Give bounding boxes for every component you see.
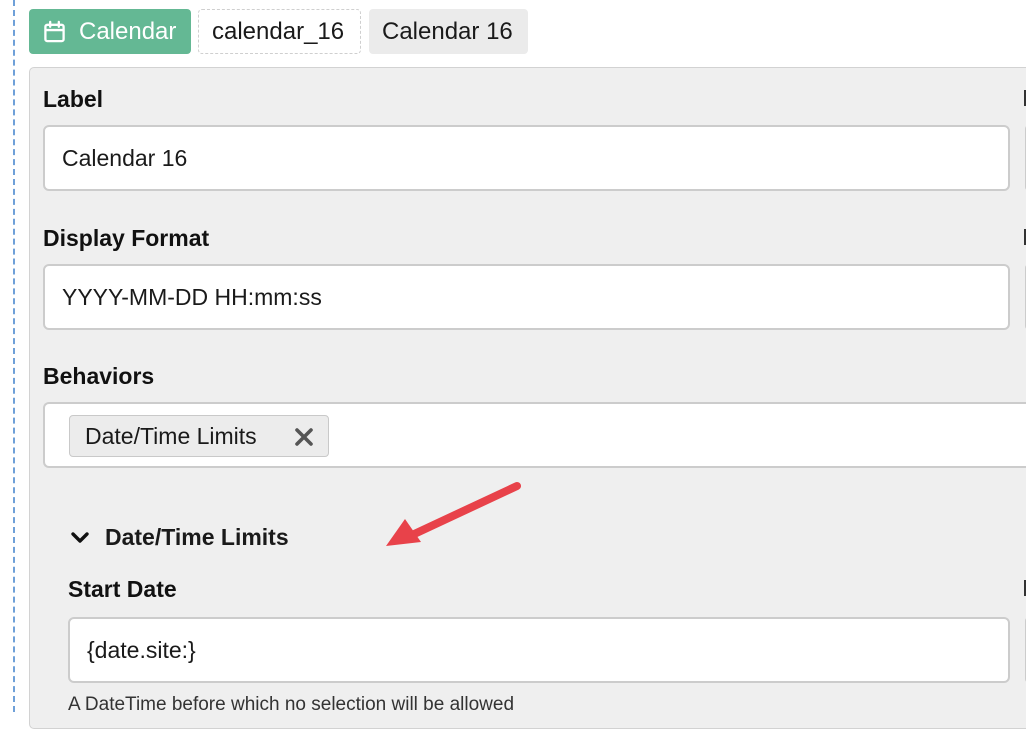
dashed-guide-line: [13, 0, 15, 712]
behaviors-title: Behaviors: [43, 363, 155, 389]
behavior-chip: Date/Time Limits: [69, 415, 329, 457]
component-header: Calendar calendar_16 Calendar 16: [29, 9, 528, 54]
close-icon[interactable]: [294, 427, 314, 447]
date-time-limits-toggle[interactable]: Date/Time Limits: [70, 524, 289, 551]
start-date-help: A DateTime before which no selection wil…: [68, 694, 515, 715]
start-date-value: {date.site:}: [87, 636, 196, 663]
label-field-title: Label: [43, 86, 104, 112]
label-input[interactable]: Calendar 16: [43, 125, 1010, 191]
display-format-title: Display Format: [43, 225, 210, 251]
display-format-input[interactable]: YYYY-MM-DD HH:mm:ss: [43, 264, 1010, 330]
component-id-tab[interactable]: calendar_16: [198, 9, 361, 54]
behavior-chip-label: Date/Time Limits: [85, 422, 257, 449]
date-time-limits-heading: Date/Time Limits: [105, 524, 289, 550]
start-date-title: Start Date: [68, 576, 177, 602]
component-type-label: Calendar: [79, 17, 177, 45]
label-input-value: Calendar 16: [62, 144, 188, 171]
arrow-icon: [386, 482, 521, 546]
chevron-down-icon: [71, 531, 89, 543]
display-format-value: YYYY-MM-DD HH:mm:ss: [62, 283, 322, 310]
component-type-tab[interactable]: Calendar: [29, 9, 191, 54]
start-date-input[interactable]: {date.site:}: [68, 617, 1010, 683]
component-name-tab[interactable]: Calendar 16: [369, 9, 528, 54]
calendar-icon: [44, 20, 65, 42]
